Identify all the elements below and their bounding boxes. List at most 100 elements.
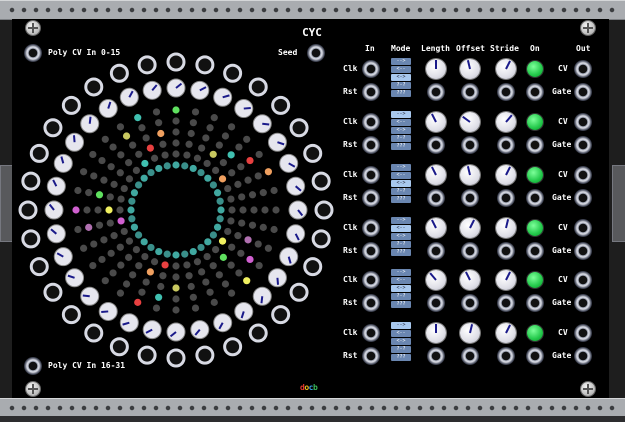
- mode-option-button[interactable]: ???: [391, 354, 411, 361]
- clk-input-jack[interactable]: [362, 324, 380, 342]
- mode-option-button[interactable]: ?-?: [391, 293, 411, 300]
- step-cv-jack[interactable]: [271, 305, 291, 325]
- offset-cv-jack[interactable]: [461, 136, 479, 154]
- length-knob[interactable]: [426, 59, 446, 79]
- gate-output-jack[interactable]: [574, 83, 592, 101]
- mode-option-button[interactable]: ?-?: [391, 135, 411, 142]
- length-knob[interactable]: [426, 270, 446, 290]
- length-cv-jack[interactable]: [427, 189, 445, 207]
- mode-option-button[interactable]: ?-?: [391, 188, 411, 195]
- on-cv-jack[interactable]: [526, 294, 544, 312]
- offset-knob[interactable]: [460, 218, 480, 238]
- step-cv-jack[interactable]: [311, 171, 331, 191]
- length-cv-jack[interactable]: [427, 294, 445, 312]
- rst-input-jack[interactable]: [362, 294, 380, 312]
- gate-output-jack[interactable]: [574, 347, 592, 365]
- stride-knob[interactable]: [496, 323, 516, 343]
- step-cv-jack[interactable]: [61, 95, 81, 115]
- offset-cv-jack[interactable]: [461, 83, 479, 101]
- stride-knob[interactable]: [496, 165, 516, 185]
- on-cv-jack[interactable]: [526, 189, 544, 207]
- clk-input-jack[interactable]: [362, 219, 380, 237]
- channel-on-toggle[interactable]: [527, 167, 543, 183]
- rst-input-jack[interactable]: [362, 136, 380, 154]
- length-cv-jack[interactable]: [427, 83, 445, 101]
- offset-knob[interactable]: [460, 59, 480, 79]
- stride-cv-jack[interactable]: [497, 294, 515, 312]
- clk-input-jack[interactable]: [362, 60, 380, 78]
- mode-option-button[interactable]: ???: [391, 143, 411, 150]
- step-cv-jack[interactable]: [195, 345, 215, 365]
- rst-input-jack[interactable]: [362, 242, 380, 260]
- mode-option-button[interactable]: <--: [391, 172, 411, 179]
- step-cv-jack[interactable]: [248, 323, 268, 343]
- mode-option-button[interactable]: <--: [391, 277, 411, 284]
- mode-option-button[interactable]: -->: [391, 217, 411, 224]
- gate-output-jack[interactable]: [574, 189, 592, 207]
- step-cv-jack[interactable]: [109, 337, 129, 357]
- length-knob[interactable]: [426, 323, 446, 343]
- stride-knob[interactable]: [496, 112, 516, 132]
- mode-option-button[interactable]: <->: [391, 180, 411, 187]
- length-cv-jack[interactable]: [427, 242, 445, 260]
- cv-output-jack[interactable]: [574, 113, 592, 131]
- step-cv-jack[interactable]: [314, 200, 334, 220]
- mode-option-button[interactable]: -->: [391, 322, 411, 329]
- step-cv-jack[interactable]: [289, 282, 309, 302]
- cv-output-jack[interactable]: [574, 219, 592, 237]
- channel-on-toggle[interactable]: [527, 272, 543, 288]
- step-cv-jack[interactable]: [311, 229, 331, 249]
- length-knob[interactable]: [426, 112, 446, 132]
- mode-option-button[interactable]: <->: [391, 127, 411, 134]
- stride-cv-jack[interactable]: [497, 347, 515, 365]
- mode-option-button[interactable]: <->: [391, 74, 411, 81]
- mode-option-button[interactable]: -->: [391, 111, 411, 118]
- step-cv-jack[interactable]: [61, 305, 81, 325]
- channel-on-toggle[interactable]: [527, 114, 543, 130]
- rst-input-jack[interactable]: [362, 347, 380, 365]
- clk-input-jack[interactable]: [362, 113, 380, 131]
- channel-on-toggle[interactable]: [527, 61, 543, 77]
- step-cv-jack[interactable]: [195, 55, 215, 75]
- mode-option-button[interactable]: <->: [391, 233, 411, 240]
- cv-output-jack[interactable]: [574, 271, 592, 289]
- mode-option-button[interactable]: ???: [391, 196, 411, 203]
- length-cv-jack[interactable]: [427, 136, 445, 154]
- step-cv-jack[interactable]: [29, 143, 49, 163]
- on-cv-jack[interactable]: [526, 242, 544, 260]
- length-knob[interactable]: [426, 218, 446, 238]
- step-cv-jack[interactable]: [29, 257, 49, 277]
- offset-cv-jack[interactable]: [461, 189, 479, 207]
- mode-option-button[interactable]: ???: [391, 90, 411, 97]
- offset-knob[interactable]: [460, 270, 480, 290]
- clk-input-jack[interactable]: [362, 271, 380, 289]
- step-cv-jack[interactable]: [84, 77, 104, 97]
- step-cv-jack[interactable]: [248, 77, 268, 97]
- offset-knob[interactable]: [460, 112, 480, 132]
- step-cv-jack[interactable]: [109, 63, 129, 83]
- mode-option-button[interactable]: <--: [391, 66, 411, 73]
- stride-cv-jack[interactable]: [497, 189, 515, 207]
- length-knob[interactable]: [426, 165, 446, 185]
- mode-option-button[interactable]: <--: [391, 119, 411, 126]
- step-cv-jack[interactable]: [43, 282, 63, 302]
- mode-option-button[interactable]: ???: [391, 301, 411, 308]
- step-cv-jack[interactable]: [303, 257, 323, 277]
- step-cv-jack[interactable]: [271, 95, 291, 115]
- on-cv-jack[interactable]: [526, 136, 544, 154]
- mode-option-button[interactable]: -->: [391, 164, 411, 171]
- stride-knob[interactable]: [496, 218, 516, 238]
- on-cv-jack[interactable]: [526, 83, 544, 101]
- gate-output-jack[interactable]: [574, 294, 592, 312]
- mode-option-button[interactable]: <->: [391, 338, 411, 345]
- step-cv-jack[interactable]: [223, 63, 243, 83]
- cv-output-jack[interactable]: [574, 324, 592, 342]
- mode-option-button[interactable]: ?-?: [391, 346, 411, 353]
- step-cv-jack[interactable]: [223, 337, 243, 357]
- mode-option-button[interactable]: ?-?: [391, 82, 411, 89]
- step-cv-jack[interactable]: [84, 323, 104, 343]
- cv-output-jack[interactable]: [574, 166, 592, 184]
- stride-cv-jack[interactable]: [497, 83, 515, 101]
- step-cv-jack[interactable]: [21, 229, 41, 249]
- step-cv-jack[interactable]: [303, 143, 323, 163]
